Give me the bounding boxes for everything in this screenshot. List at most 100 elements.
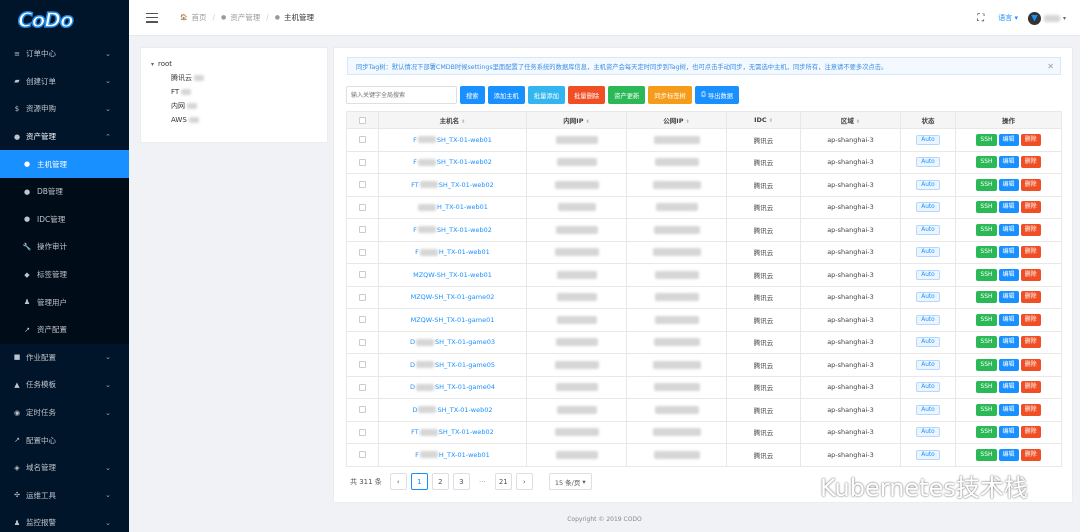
row-checkbox[interactable] <box>359 181 366 189</box>
avatar[interactable] <box>1027 11 1041 25</box>
table-row[interactable]: D SH_TX-01-game05 腾讯云 ap-shanghai-3 Auto SSH 编… <box>346 353 1062 377</box>
sidebar-item-tag[interactable]: ◆ 标签管理 <box>0 260 129 289</box>
next-page-button[interactable]: › <box>515 473 533 490</box>
tree-node[interactable]: 腾讯云 <box>151 73 327 83</box>
sidebar-item-user[interactable]: ♟ 管理用户 <box>0 288 129 316</box>
table-row[interactable]: F SH_TX-01-web02 腾讯云 ap-shanghai-3 Auto SSH 编辑… <box>346 218 1062 242</box>
table-row[interactable]: MZQW-SH_TX-01-web01 腾讯云 ap-shanghai-3 Auto S… <box>346 263 1062 287</box>
delete-button[interactable]: 删除 <box>1020 223 1041 236</box>
delete-button[interactable]: 删除 <box>1020 268 1041 281</box>
language-dropdown[interactable]: 语言 ▾ <box>998 13 1018 23</box>
sidebar-item-config[interactable]: ↗ 资产配置 <box>0 315 129 344</box>
edit-button[interactable]: 编辑 <box>998 448 1019 461</box>
hostname-link[interactable]: F H_TX-01-web01 <box>415 451 490 459</box>
table-row[interactable]: FT SH_TX-01-web02 腾讯云 ap-shanghai-3 Auto SSH 编… <box>346 420 1062 444</box>
ssh-button[interactable]: SSH <box>976 156 997 169</box>
hostname-link[interactable]: F SH_TX-01-web01 <box>413 136 492 144</box>
row-checkbox[interactable] <box>359 361 366 369</box>
ssh-button[interactable]: SSH <box>976 246 997 259</box>
page-button[interactable]: 2 <box>431 473 449 490</box>
row-checkbox[interactable] <box>359 316 366 324</box>
hostname-link[interactable]: F SH_TX-01-web02 <box>413 158 492 166</box>
sidebar-item-wrench[interactable]: 🔧 操作审计 <box>0 233 129 261</box>
toolbar-button-5[interactable]: 同步标签树 <box>648 86 692 104</box>
chevron-down-icon[interactable]: ▾ <box>1063 15 1066 22</box>
fullscreen-icon[interactable]: ⛶ <box>977 13 984 24</box>
table-row[interactable]: MZQW-SH_TX-01-game01 腾讯云 ap-shanghai-3 Auto… <box>346 308 1062 332</box>
ssh-button[interactable]: SSH <box>976 426 997 439</box>
toolbar-button-4[interactable]: 资产更新 <box>608 86 646 104</box>
row-checkbox[interactable] <box>359 226 366 234</box>
col-public-ip[interactable]: 公网IP ⬍ <box>626 111 727 129</box>
toolbar-button-6[interactable]: ⎙ 导出数据 <box>694 86 740 104</box>
ssh-button[interactable]: SSH <box>976 403 997 416</box>
ssh-button[interactable]: SSH <box>976 223 997 236</box>
delete-button[interactable]: 删除 <box>1020 403 1041 416</box>
table-row[interactable]: F H_TX-01-web01 腾讯云 ap-shanghai-3 Auto SSH 编辑删… <box>346 240 1062 264</box>
toolbar-button-1[interactable]: 添加主机 <box>487 86 525 104</box>
ssh-button[interactable]: SSH <box>976 313 997 326</box>
row-checkbox[interactable] <box>359 383 366 391</box>
hostname-link[interactable]: F H_TX-01-web01 <box>415 248 490 256</box>
table-row[interactable]: F H_TX-01-web01 腾讯云 ap-shanghai-3 Auto SSH 编辑删… <box>346 443 1062 467</box>
delete-button[interactable]: 删除 <box>1020 201 1041 214</box>
row-checkbox[interactable] <box>359 136 366 144</box>
ssh-button[interactable]: SSH <box>976 448 997 461</box>
edit-button[interactable]: 编辑 <box>998 381 1019 394</box>
hostname-link[interactable]: MZQW-SH_TX-01-game01 <box>411 316 495 324</box>
sidebar-item-timer[interactable]: ◉ 定时任务 ⌄ <box>0 399 129 427</box>
table-row[interactable]: FT SH_TX-01-web02 腾讯云 ap-shanghai-3 Auto SSH 编… <box>346 173 1062 197</box>
tree-node[interactable]: FT <box>151 88 327 96</box>
toolbar-button-3[interactable]: 批量删除 <box>567 86 606 104</box>
table-row[interactable]: D SH_TX-01-game04 腾讯云 ap-shanghai-3 Auto SSH 编… <box>346 375 1062 399</box>
page-button[interactable]: 21 <box>494 473 512 490</box>
select-all-checkbox[interactable] <box>359 116 366 124</box>
hostname-link[interactable]: D SH_TX-01-game05 <box>410 361 495 369</box>
delete-button[interactable]: 删除 <box>1020 291 1041 304</box>
delete-button[interactable]: 删除 <box>1020 381 1041 394</box>
ssh-button[interactable]: SSH <box>976 336 997 349</box>
col-region[interactable]: 区域 ⬍ <box>800 111 901 129</box>
sidebar-item-host[interactable]: ● 主机管理 <box>0 150 129 178</box>
delete-button[interactable]: 删除 <box>1020 156 1041 169</box>
row-checkbox[interactable] <box>359 203 366 211</box>
hostname-link[interactable]: H_TX-01-web01 <box>417 203 488 211</box>
edit-button[interactable]: 编辑 <box>998 178 1019 191</box>
table-row[interactable]: F SH_TX-01-web02 腾讯云 ap-shanghai-3 Auto SSH 编辑… <box>346 150 1062 174</box>
sidebar-item-idc[interactable]: ● IDC管理 <box>0 205 129 234</box>
edit-button[interactable]: 编辑 <box>998 358 1019 371</box>
row-checkbox[interactable] <box>359 338 366 346</box>
col-private-ip[interactable]: 内网IP ⬍ <box>526 111 627 129</box>
search-input[interactable] <box>346 86 457 104</box>
delete-button[interactable]: 删除 <box>1020 358 1041 371</box>
tree-root[interactable]: ▾ root <box>151 60 327 68</box>
page-button[interactable]: 3 <box>452 473 470 490</box>
edit-button[interactable]: 编辑 <box>998 336 1019 349</box>
hostname-link[interactable]: D SH_TX-01-web02 <box>412 406 492 414</box>
row-checkbox[interactable] <box>359 406 366 414</box>
edit-button[interactable]: 编辑 <box>998 403 1019 416</box>
ssh-button[interactable]: SSH <box>976 133 997 146</box>
delete-button[interactable]: 删除 <box>1020 178 1041 191</box>
prev-page-button[interactable]: ‹ <box>389 473 407 490</box>
col-idc[interactable]: IDC ⬍ <box>726 111 801 129</box>
ssh-button[interactable]: SSH <box>976 358 997 371</box>
row-checkbox[interactable] <box>359 248 366 256</box>
hostname-link[interactable]: F SH_TX-01-web02 <box>413 226 492 234</box>
sidebar-item-list[interactable]: ≡ 订单中心 ⌄ <box>0 40 129 68</box>
logo[interactable]: CoDo <box>0 0 129 40</box>
delete-button[interactable]: 删除 <box>1020 313 1041 326</box>
hostname-link[interactable]: FT SH_TX-01-web02 <box>411 181 494 189</box>
hostname-link[interactable]: D SH_TX-01-game04 <box>410 383 495 391</box>
delete-button[interactable]: 删除 <box>1020 336 1041 349</box>
edit-button[interactable]: 编辑 <box>998 156 1019 169</box>
delete-button[interactable]: 删除 <box>1020 246 1041 259</box>
sidebar-item-domain[interactable]: ◈ 域名管理 ⌄ <box>0 454 129 482</box>
breadcrumb-home[interactable]: 首页 <box>191 12 206 23</box>
ssh-button[interactable]: SSH <box>976 178 997 191</box>
table-row[interactable]: H_TX-01-web01 腾讯云 ap-shanghai-3 Auto SSH 编辑 删除 <box>346 195 1062 219</box>
edit-button[interactable]: 编辑 <box>998 426 1019 439</box>
edit-button[interactable]: 编辑 <box>998 313 1019 326</box>
ssh-button[interactable]: SSH <box>976 201 997 214</box>
row-checkbox[interactable] <box>359 451 366 459</box>
